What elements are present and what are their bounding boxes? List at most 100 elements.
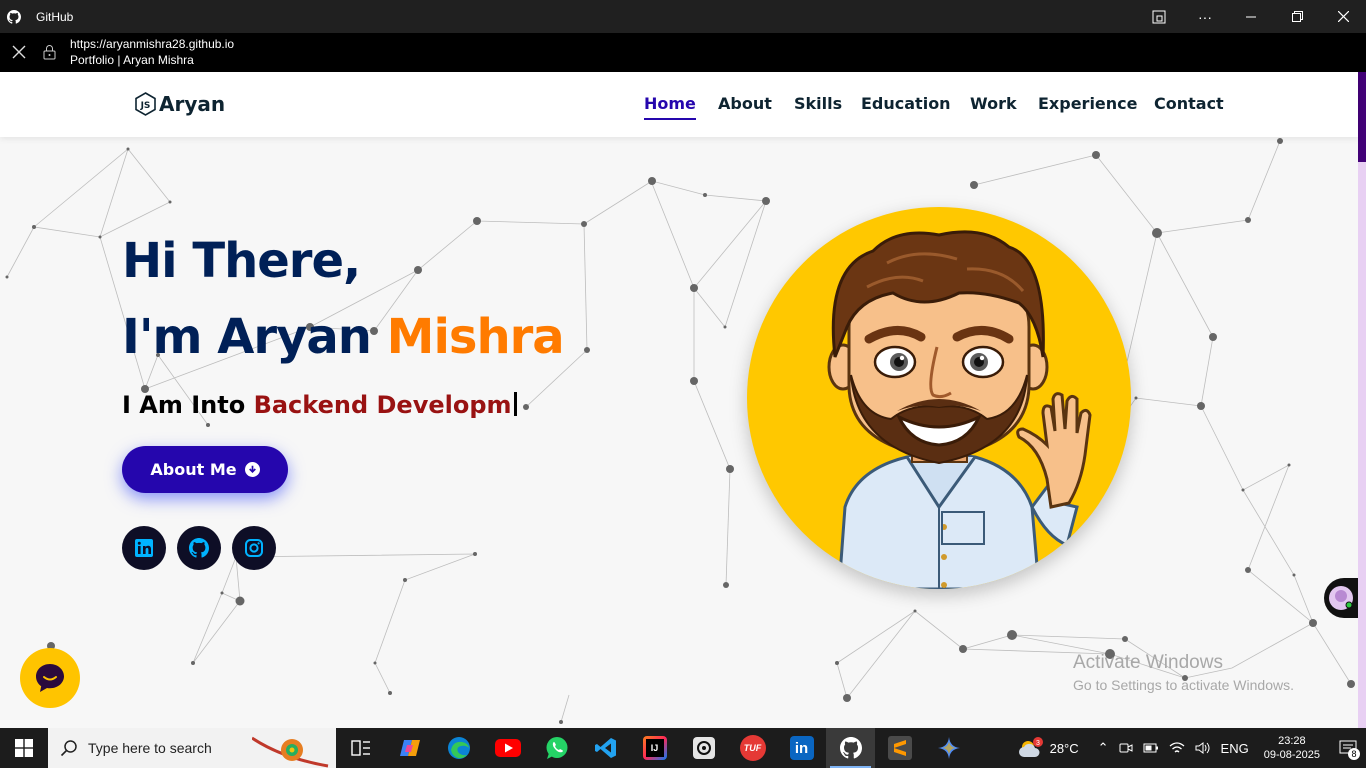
close-button[interactable] bbox=[1320, 0, 1366, 33]
nav-work[interactable]: Work bbox=[970, 94, 1017, 113]
search-icon bbox=[60, 740, 77, 757]
particle-network-background bbox=[5, 138, 1355, 724]
clock-time: 23:28 bbox=[1278, 735, 1306, 747]
tuf-icon: TUF bbox=[739, 735, 766, 761]
copilot-sidebar-toggle[interactable] bbox=[1324, 578, 1358, 618]
activate-windows-subtitle: Go to Settings to activate Windows. bbox=[1073, 677, 1294, 693]
task-view-icon bbox=[350, 740, 370, 756]
taskbar-chatgpt[interactable] bbox=[679, 728, 728, 768]
taskbar-intellij[interactable]: IJ bbox=[630, 728, 679, 768]
chatgpt-icon bbox=[692, 737, 715, 759]
instagram-link[interactable] bbox=[232, 526, 276, 570]
nav-home[interactable]: Home bbox=[644, 94, 696, 120]
chat-widget-button[interactable] bbox=[20, 648, 80, 708]
nav-skills[interactable]: Skills bbox=[794, 94, 842, 113]
window-title: GitHub bbox=[36, 9, 74, 24]
intellij-icon: IJ bbox=[642, 736, 667, 760]
linkedin-link[interactable] bbox=[122, 526, 166, 570]
hero-greeting: Hi There, bbox=[122, 233, 361, 289]
clock-date: 09-08-2025 bbox=[1263, 749, 1320, 761]
taskbar-apps: IJ TUF in bbox=[336, 728, 973, 768]
taskbar-vscode[interactable] bbox=[581, 728, 630, 768]
github-link[interactable] bbox=[177, 526, 221, 570]
instagram-icon bbox=[245, 539, 263, 557]
taskbar-github[interactable] bbox=[826, 728, 875, 768]
taskbar-sublime[interactable] bbox=[875, 728, 924, 768]
sublime-icon bbox=[887, 736, 912, 760]
svg-text:3: 3 bbox=[1036, 740, 1040, 747]
address-bar: https://aryanmishra28.github.io Portfoli… bbox=[0, 33, 1366, 72]
chevron-up-icon[interactable]: ⌃ bbox=[1098, 740, 1109, 756]
notification-center-button[interactable]: 8 bbox=[1330, 728, 1366, 768]
wifi-icon[interactable] bbox=[1169, 741, 1185, 755]
typed-text: Backend Developm bbox=[253, 391, 512, 419]
linkedin-app-icon: in bbox=[789, 736, 814, 760]
whatsapp-icon bbox=[546, 737, 567, 759]
arrow-down-circle-icon bbox=[244, 462, 260, 477]
nav-experience[interactable]: Experience bbox=[1038, 94, 1138, 113]
taskbar-clock[interactable]: 23:28 09-08-2025 bbox=[1264, 734, 1320, 762]
profile-avatar bbox=[747, 207, 1131, 589]
youtube-icon bbox=[494, 739, 521, 757]
restore-button[interactable] bbox=[1274, 0, 1320, 33]
typing-cursor bbox=[513, 392, 517, 416]
chat-bubble-icon bbox=[36, 664, 64, 692]
github-icon bbox=[189, 538, 209, 558]
windows-taskbar: Type here to search IJ TUF in 3 28°C ⌃ E… bbox=[0, 728, 1366, 768]
taskbar-search-box[interactable]: Type here to search bbox=[48, 728, 336, 768]
page-title-text: Portfolio | Aryan Mishra bbox=[70, 53, 194, 67]
scrollbar-thumb[interactable] bbox=[1358, 72, 1366, 162]
copilot-avatar-icon bbox=[1329, 586, 1353, 610]
activate-windows-title: Activate Windows bbox=[1073, 652, 1223, 673]
start-button[interactable] bbox=[0, 728, 48, 768]
edge-icon bbox=[447, 737, 470, 759]
copilot-icon bbox=[399, 740, 420, 756]
taskbar-tuf[interactable]: TUF bbox=[728, 728, 777, 768]
hero-section: Hi There, I'm Aryan Mishra I Am Into Bac… bbox=[0, 137, 1358, 728]
about-me-label: About Me bbox=[150, 460, 237, 479]
github-taskbar-icon bbox=[839, 737, 862, 759]
github-app-icon bbox=[7, 9, 21, 24]
cartoon-avatar-image bbox=[827, 230, 1092, 589]
taskbar-copilot[interactable] bbox=[385, 728, 434, 768]
notification-count: 8 bbox=[1348, 748, 1360, 760]
language-indicator[interactable]: ENG bbox=[1221, 741, 1249, 756]
meet-now-icon[interactable] bbox=[1119, 741, 1133, 755]
about-me-button[interactable]: About Me bbox=[122, 446, 288, 493]
task-view-button[interactable] bbox=[336, 728, 385, 768]
taskbar-gemini[interactable] bbox=[924, 728, 973, 768]
linkedin-icon bbox=[135, 539, 153, 557]
temperature: 28°C bbox=[1049, 740, 1079, 756]
url-text[interactable]: https://aryanmishra28.github.io bbox=[70, 37, 234, 51]
rakhi-doodle-icon bbox=[251, 736, 329, 768]
lock-icon[interactable] bbox=[43, 44, 56, 60]
gemini-icon bbox=[937, 737, 960, 759]
windows-logo-icon bbox=[15, 739, 33, 757]
hero-intro-highlight: Mishra bbox=[386, 309, 565, 365]
search-placeholder: Type here to search bbox=[88, 740, 212, 756]
taskbar-linkedin[interactable]: in bbox=[777, 728, 826, 768]
page-scrollbar[interactable] bbox=[1358, 72, 1366, 728]
cast-icon[interactable] bbox=[1136, 0, 1182, 33]
taskbar-edge[interactable] bbox=[434, 728, 483, 768]
weather-cloud-icon: 3 bbox=[1018, 737, 1043, 757]
volume-icon[interactable] bbox=[1195, 741, 1211, 755]
close-icon[interactable] bbox=[11, 44, 27, 60]
typed-prefix: I Am Into bbox=[122, 391, 246, 419]
nav-education[interactable]: Education bbox=[861, 94, 951, 113]
nav-contact[interactable]: Contact bbox=[1154, 94, 1224, 113]
site-navbar: JS Aryan Home About Skills Education Wor… bbox=[0, 72, 1358, 137]
taskbar-whatsapp[interactable] bbox=[532, 728, 581, 768]
hero-intro: I'm Aryan Mishra bbox=[122, 309, 565, 365]
social-links bbox=[122, 526, 276, 570]
vscode-icon bbox=[594, 738, 616, 758]
battery-icon[interactable] bbox=[1143, 741, 1159, 755]
more-options-icon[interactable]: ··· bbox=[1182, 0, 1228, 33]
weather-widget[interactable]: 3 28°C bbox=[1018, 737, 1079, 759]
window-titlebar: GitHub ··· bbox=[0, 0, 1366, 33]
taskbar-youtube[interactable] bbox=[483, 728, 532, 768]
hero-intro-prefix: I'm Aryan bbox=[122, 309, 372, 365]
nav-links: Home About Skills Education Work Experie… bbox=[0, 94, 1358, 124]
nav-about[interactable]: About bbox=[718, 94, 772, 113]
minimize-button[interactable] bbox=[1228, 0, 1274, 33]
